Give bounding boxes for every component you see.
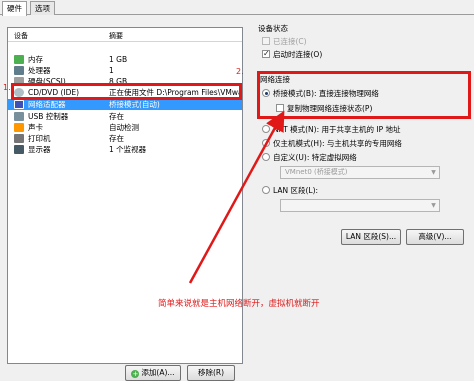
annotation-arrow xyxy=(188,110,285,284)
tab-hardware[interactable]: 硬件 xyxy=(2,1,27,16)
tab-options[interactable]: 选项 xyxy=(30,1,55,15)
tab-bar: 硬件 选项 xyxy=(0,0,474,16)
settings-panel: 设备 摘要 内存 1 GB 处理器 1 硬盘(SCSI) 8 GB CD/DVD… xyxy=(0,15,474,381)
annotation-note: 简单来说就是主机网络断开，虚拟机就断开 xyxy=(158,299,320,309)
